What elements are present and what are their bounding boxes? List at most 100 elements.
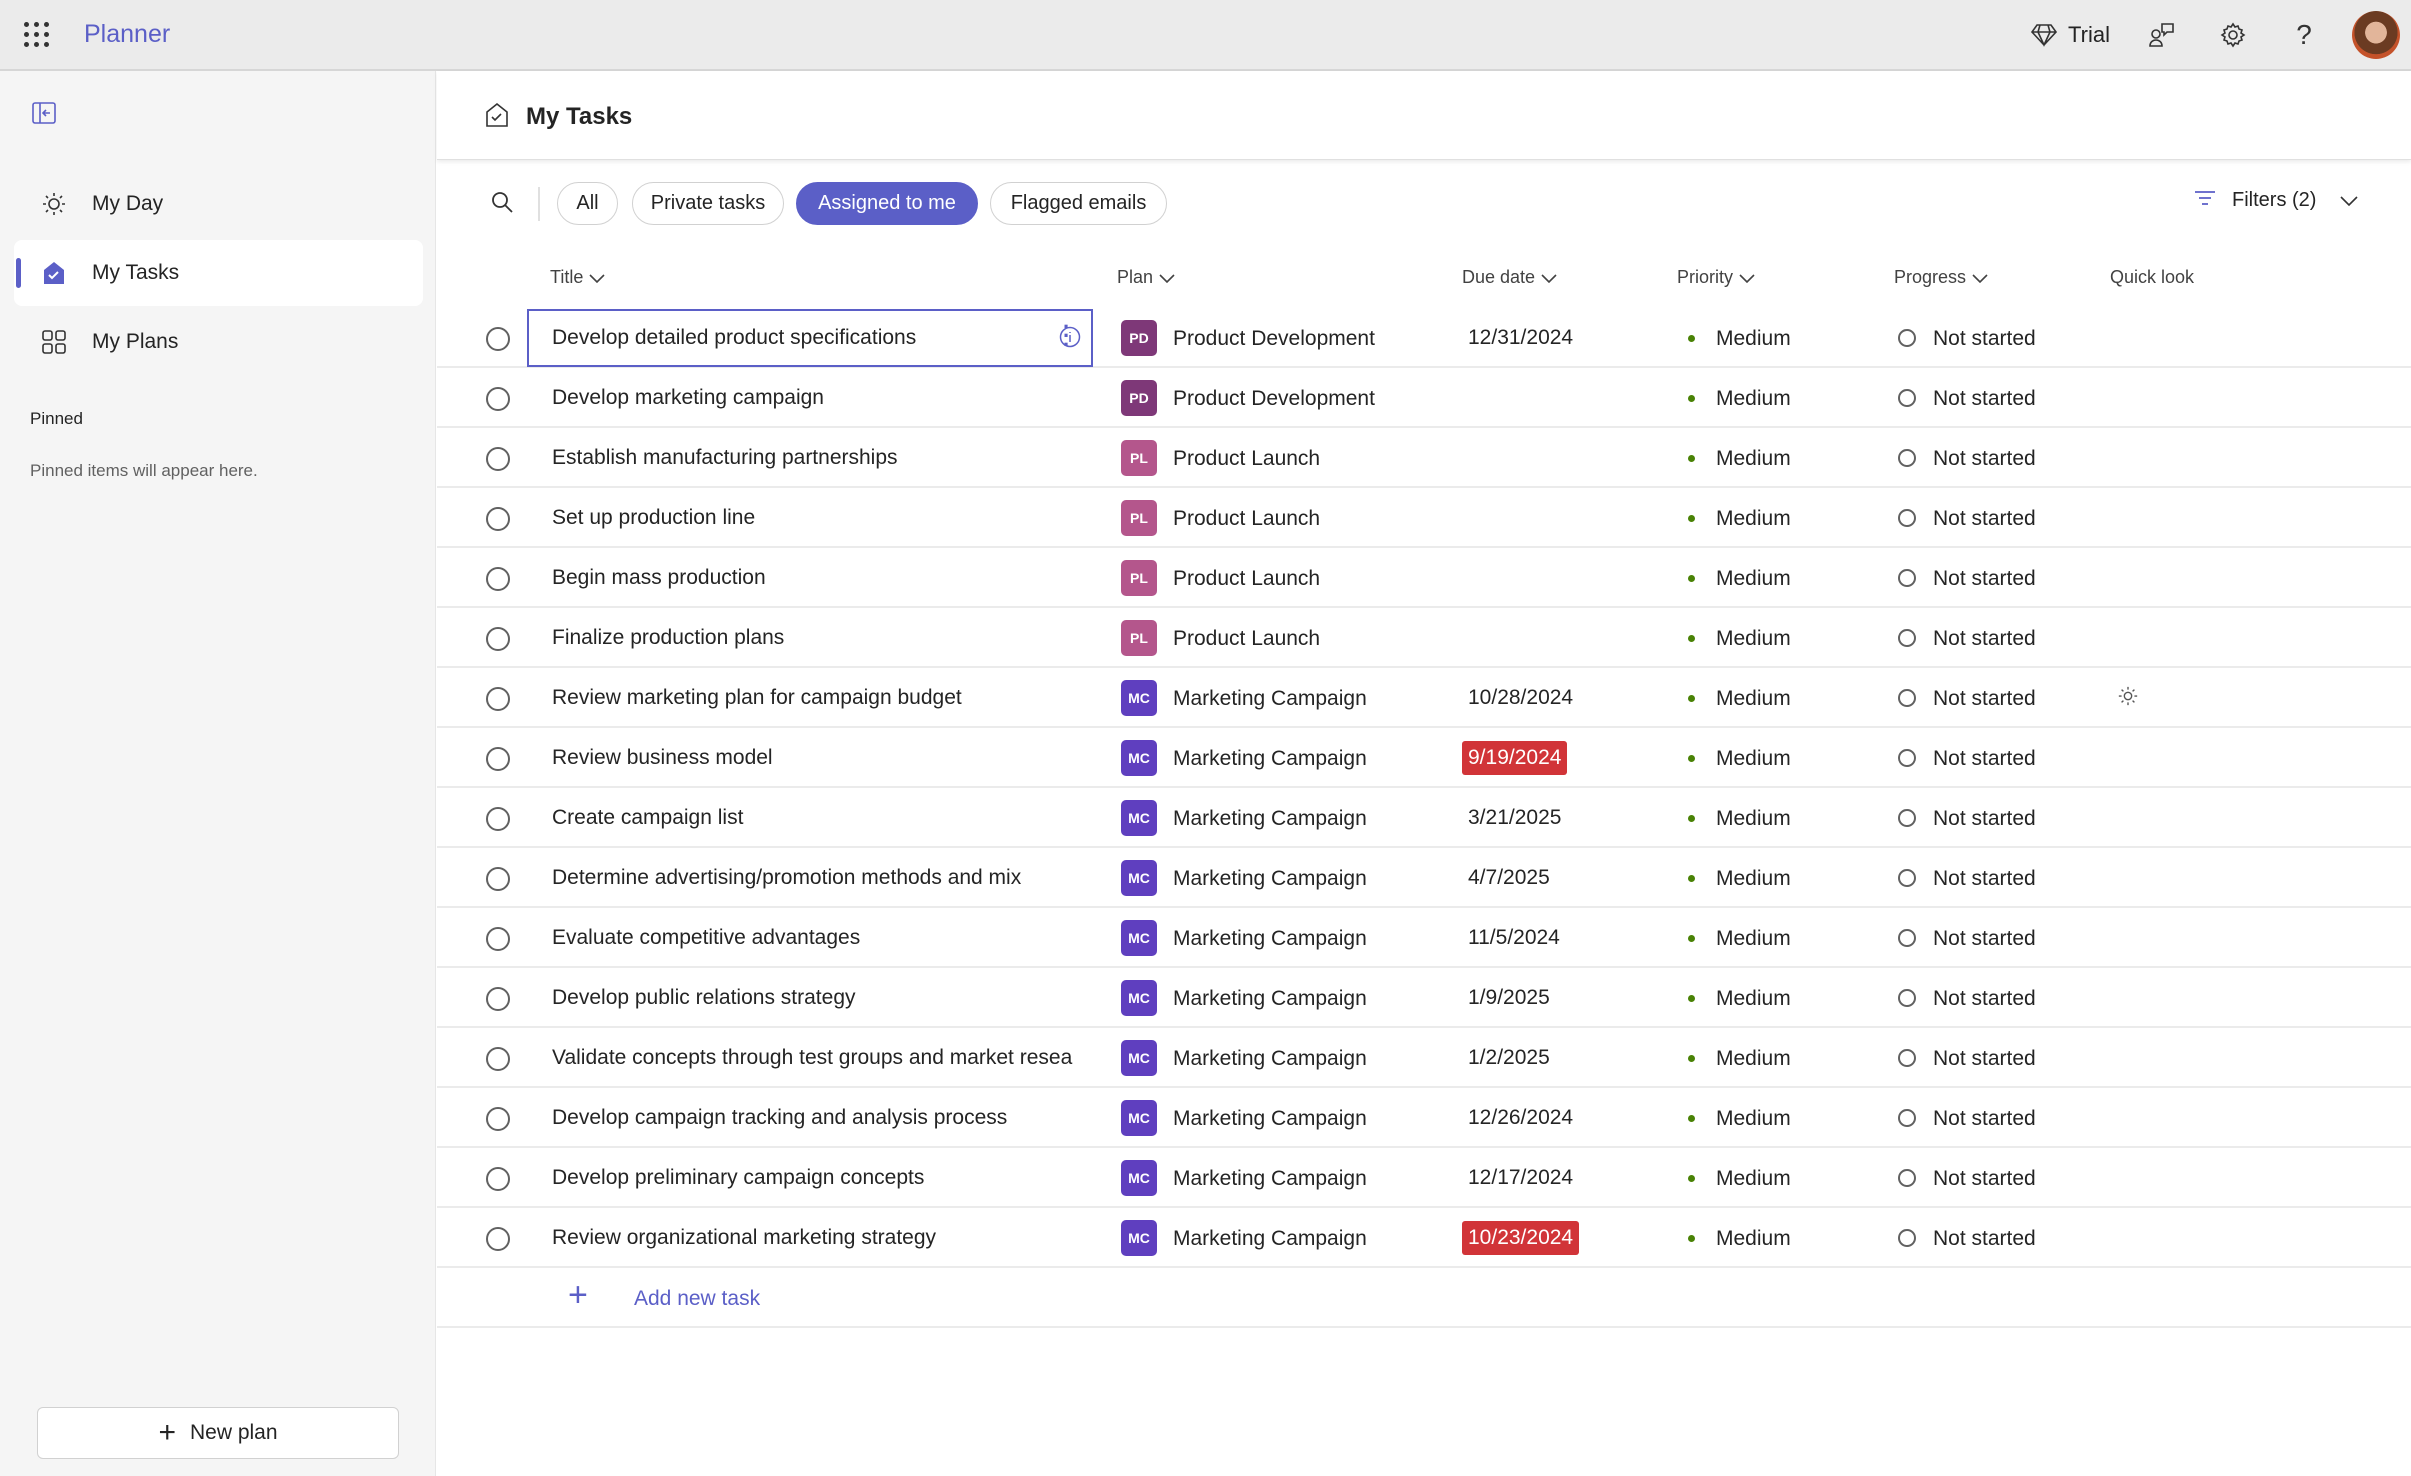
priority[interactable]: Medium [1716,987,1791,1011]
due-date[interactable]: 3/21/2025 [1462,801,1567,835]
progress[interactable]: Not started [1933,687,2036,711]
priority[interactable]: Medium [1716,867,1791,891]
priority[interactable]: Medium [1716,327,1791,351]
complete-checkbox[interactable] [486,687,510,711]
task-title[interactable]: Review marketing plan for campaign budge… [552,686,1097,710]
progress[interactable]: Not started [1933,567,2036,591]
priority[interactable]: Medium [1716,387,1791,411]
task-title[interactable]: Review organizational marketing strategy [552,1226,1097,1250]
progress[interactable]: Not started [1933,1107,2036,1131]
table-row[interactable]: · · · Develop detailed product specificatio… [437,308,2411,368]
trial-button[interactable]: Trial [2068,22,2110,48]
complete-checkbox[interactable] [486,1107,510,1131]
app-launcher-icon[interactable] [24,22,50,48]
task-title[interactable]: Develop campaign tracking and analysis p… [552,1106,1097,1130]
due-date[interactable]: 12/17/2024 [1462,1161,1579,1195]
due-date[interactable]: 9/19/2024 [1462,741,1568,775]
progress[interactable]: Not started [1933,987,2036,1011]
table-row[interactable]: Review business model MC Marketing Campa… [437,728,2411,788]
due-date[interactable]: 1/2/2025 [1462,1041,1556,1075]
filters-button[interactable]: Filters (2) [2194,189,2359,212]
progress[interactable]: Not started [1933,1047,2036,1071]
complete-checkbox[interactable] [486,867,510,891]
priority[interactable]: Medium [1716,1227,1791,1251]
collapse-sidebar-icon[interactable] [32,102,56,129]
complete-checkbox[interactable] [486,387,510,411]
column-header-plan[interactable]: Plan [1117,267,1175,288]
progress[interactable]: Not started [1933,387,2036,411]
new-plan-button[interactable]: + New plan [37,1407,399,1459]
complete-checkbox[interactable] [486,1227,510,1251]
priority[interactable]: Medium [1716,687,1791,711]
due-date[interactable]: 10/28/2024 [1462,681,1579,715]
diamond-icon[interactable] [2027,18,2061,52]
table-row[interactable]: Review organizational marketing strategy… [437,1208,2411,1268]
pill-private-tasks[interactable]: Private tasks [632,182,784,225]
due-date[interactable]: 12/26/2024 [1462,1101,1579,1135]
add-task-row[interactable]: + Add new task [437,1268,2411,1328]
column-header-title[interactable]: Title [550,267,605,288]
complete-checkbox[interactable] [486,627,510,651]
table-row[interactable]: Develop preliminary campaign concepts MC… [437,1148,2411,1208]
complete-checkbox[interactable] [486,447,510,471]
column-header-due-date[interactable]: Due date [1462,267,1557,288]
column-header-priority[interactable]: Priority [1677,267,1755,288]
complete-checkbox[interactable] [486,987,510,1011]
table-row[interactable]: Validate concepts through test groups an… [437,1028,2411,1088]
due-date[interactable]: 12/31/2024 [1462,321,1579,355]
table-row[interactable]: Establish manufacturing partnerships PL … [437,428,2411,488]
sidebar-item-my-plans[interactable]: My Plans [14,309,423,375]
task-title[interactable]: Set up production line [552,506,1097,530]
progress[interactable]: Not started [1933,807,2036,831]
complete-checkbox[interactable] [486,327,510,351]
table-row[interactable]: Develop campaign tracking and analysis p… [437,1088,2411,1148]
complete-checkbox[interactable] [486,507,510,531]
priority[interactable]: Medium [1716,507,1791,531]
task-title[interactable]: Create campaign list [552,806,1097,830]
complete-checkbox[interactable] [486,807,510,831]
priority[interactable]: Medium [1716,627,1791,651]
sidebar-item-my-tasks[interactable]: My Tasks [14,240,423,306]
table-row[interactable]: Finalize production plans PL Product Lau… [437,608,2411,668]
task-title[interactable]: Validate concepts through test groups an… [552,1046,1097,1070]
progress[interactable]: Not started [1933,1167,2036,1191]
table-row[interactable]: Create campaign list MC Marketing Campai… [437,788,2411,848]
priority[interactable]: Medium [1716,1047,1791,1071]
task-title[interactable]: Develop public relations strategy [552,986,1097,1010]
complete-checkbox[interactable] [486,927,510,951]
priority[interactable]: Medium [1716,1167,1791,1191]
progress[interactable]: Not started [1933,627,2036,651]
settings-icon[interactable] [2216,18,2250,52]
task-title[interactable]: Develop detailed product specifications [552,326,1062,350]
table-row[interactable]: Develop marketing campaign PD Product De… [437,368,2411,428]
task-title[interactable]: Finalize production plans [552,626,1097,650]
progress[interactable]: Not started [1933,507,2036,531]
progress[interactable]: Not started [1933,747,2036,771]
complete-checkbox[interactable] [486,747,510,771]
complete-checkbox[interactable] [486,1047,510,1071]
table-row[interactable]: Develop public relations strategy MC Mar… [437,968,2411,1028]
column-header-progress[interactable]: Progress [1894,267,1988,288]
progress[interactable]: Not started [1933,447,2036,471]
complete-checkbox[interactable] [486,1167,510,1191]
table-row[interactable]: Determine advertising/promotion methods … [437,848,2411,908]
task-title[interactable]: Begin mass production [552,566,1097,590]
pill-all[interactable]: All [557,182,618,225]
progress[interactable]: Not started [1933,927,2036,951]
app-name[interactable]: Planner [84,20,170,49]
table-row[interactable]: Review marketing plan for campaign budge… [437,668,2411,728]
due-date[interactable]: 11/5/2024 [1462,921,1566,955]
task-title[interactable]: Review business model [552,746,1097,770]
priority[interactable]: Medium [1716,567,1791,591]
task-title[interactable]: Establish manufacturing partnerships [552,446,1097,470]
pill-flagged-emails[interactable]: Flagged emails [990,182,1167,225]
progress[interactable]: Not started [1933,1227,2036,1251]
priority[interactable]: Medium [1716,1107,1791,1131]
sidebar-item-my-day[interactable]: My Day [14,171,423,237]
table-row[interactable]: Begin mass production PL Product Launch … [437,548,2411,608]
progress[interactable]: Not started [1933,867,2036,891]
task-title[interactable]: Evaluate competitive advantages [552,926,1097,950]
more-options-icon[interactable]: · · · [1063,316,1070,356]
avatar[interactable] [2352,11,2400,59]
help-icon[interactable]: ? [2287,18,2321,52]
